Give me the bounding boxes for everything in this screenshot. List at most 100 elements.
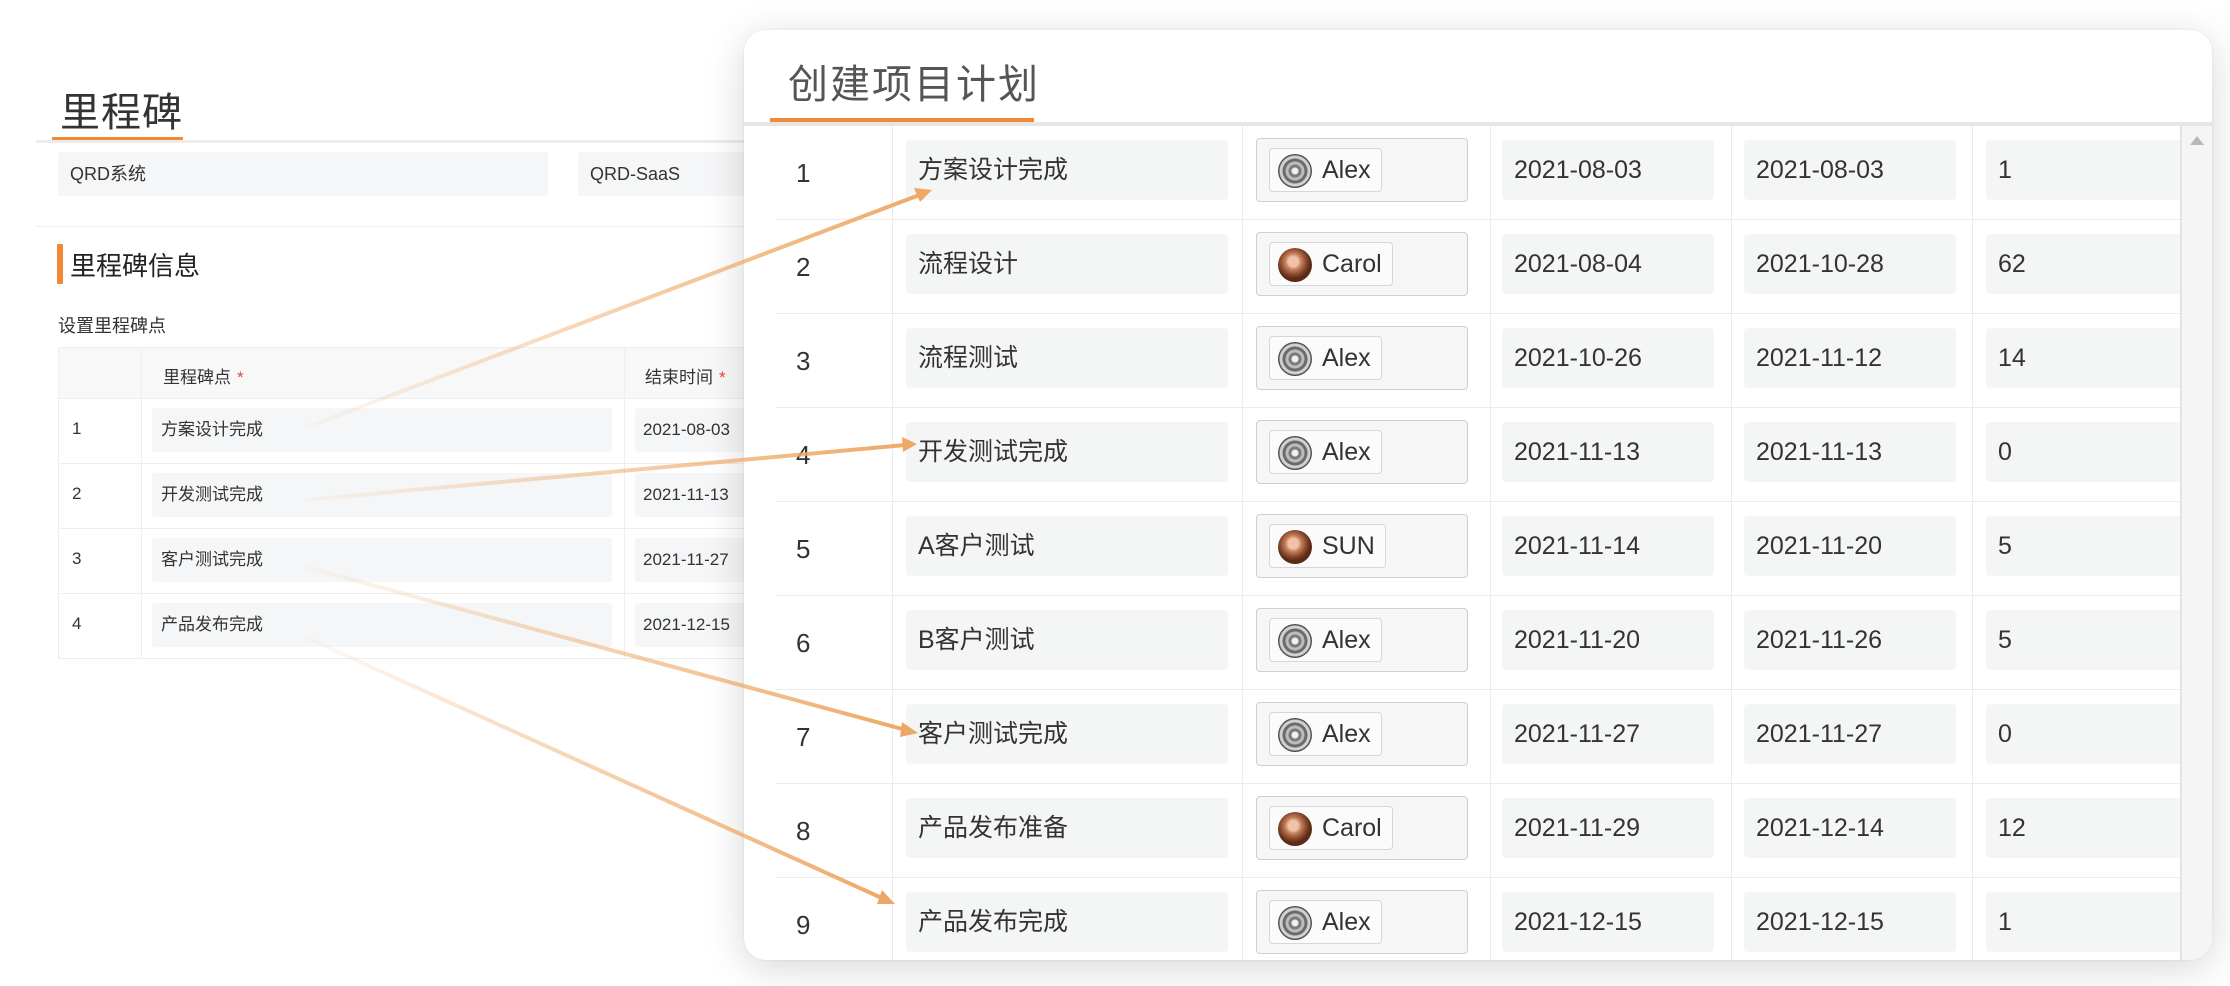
start-date-input[interactable]: 2021-12-15 [1502, 892, 1714, 952]
owner-tag[interactable]: SUN [1269, 524, 1386, 568]
start-date-input[interactable]: 2021-11-29 [1502, 798, 1714, 858]
task-name-input[interactable]: 流程设计 [906, 234, 1228, 294]
owner-name: Alex [1322, 626, 1371, 654]
owner-tag[interactable]: Alex [1269, 618, 1382, 662]
vertical-scrollbar[interactable] [2180, 126, 2212, 960]
duration-input[interactable]: 5 [1986, 516, 2180, 576]
owner-select[interactable]: Carol [1256, 232, 1468, 296]
task-name-input[interactable]: 客户测试完成 [906, 704, 1228, 764]
owner-name: Carol [1322, 814, 1382, 842]
owner-select[interactable]: Alex [1256, 420, 1468, 484]
row-index: 5 [796, 534, 811, 564]
milestone-name-input[interactable]: 方案设计完成 [152, 408, 612, 452]
duration-input[interactable]: 62 [1986, 234, 2180, 294]
table-row: 3 客户测试完成 2021-11-27 [58, 529, 765, 594]
set-milestone-label: 设置里程碑点 [58, 316, 166, 336]
owner-select[interactable]: Alex [1256, 608, 1468, 672]
column-divider [1972, 502, 1973, 596]
row-index: 3 [72, 549, 82, 568]
end-date-input[interactable]: 2021-11-13 [1744, 422, 1956, 482]
task-name-input[interactable]: B客户测试 [906, 610, 1228, 670]
owner-tag[interactable]: Alex [1269, 900, 1382, 944]
column-divider [1242, 878, 1243, 960]
task-name-input[interactable]: A客户测试 [906, 516, 1228, 576]
section-divider [36, 226, 756, 227]
owner-select[interactable]: Alex [1256, 702, 1468, 766]
end-date-input[interactable]: 2021-11-27 [1744, 704, 1956, 764]
duration-input[interactable]: 1 [1986, 140, 2180, 200]
required-mark: * [719, 368, 726, 387]
owner-tag[interactable]: Alex [1269, 712, 1382, 756]
milestone-table-header: 里程碑点 * 结束时间 * [58, 347, 758, 399]
duration-input[interactable]: 12 [1986, 798, 2180, 858]
row-index: 4 [796, 440, 811, 470]
owner-select[interactable]: Alex [1256, 890, 1468, 954]
row-index: 2 [796, 252, 811, 282]
column-divider [1490, 596, 1491, 690]
duration-input[interactable]: 14 [1986, 328, 2180, 388]
project-name-field[interactable]: QRD系统 [58, 152, 548, 196]
start-date-input[interactable]: 2021-11-14 [1502, 516, 1714, 576]
start-date-input[interactable]: 2021-08-03 [1502, 140, 1714, 200]
row-index: 7 [796, 722, 811, 752]
milestone-column-header: 里程碑点 * [163, 368, 244, 387]
end-date-input[interactable]: 2021-12-15 [1744, 892, 1956, 952]
column-divider [1731, 784, 1732, 878]
start-date-input[interactable]: 2021-11-13 [1502, 422, 1714, 482]
end-date-input[interactable]: 2021-11-12 [1744, 328, 1956, 388]
duration-input[interactable]: 1 [1986, 892, 2180, 952]
table-row: 1 方案设计完成 2021-08-03 [58, 399, 765, 464]
milestone-name-input[interactable]: 开发测试完成 [152, 473, 612, 517]
end-time-column-header: 结束时间 * [645, 368, 726, 387]
page-title: 里程碑 [60, 91, 183, 135]
column-divider [1972, 596, 1973, 690]
column-divider [1242, 784, 1243, 878]
task-name-input[interactable]: 产品发布准备 [906, 798, 1228, 858]
end-date-input[interactable]: 2021-11-26 [1744, 610, 1956, 670]
column-divider [1490, 408, 1491, 502]
column-divider [1242, 596, 1243, 690]
owner-tag[interactable]: Carol [1269, 242, 1393, 286]
task-name-input[interactable]: 产品发布完成 [906, 892, 1228, 952]
milestone-name-input[interactable]: 产品发布完成 [152, 603, 612, 647]
owner-select[interactable]: Alex [1256, 326, 1468, 390]
start-date-input[interactable]: 2021-10-26 [1502, 328, 1714, 388]
owner-tag[interactable]: Alex [1269, 148, 1382, 192]
end-date-input[interactable]: 2021-11-20 [1744, 516, 1956, 576]
row-index: 2 [72, 484, 82, 503]
start-date-input[interactable]: 2021-08-04 [1502, 234, 1714, 294]
table-row: 2 流程设计 Carol 2021-08-04 2021-10-28 62 [776, 220, 2180, 314]
column-divider [1731, 502, 1732, 596]
scroll-up-arrow-icon[interactable] [2190, 136, 2204, 145]
owner-tag[interactable]: Alex [1269, 336, 1382, 380]
column-divider [1972, 314, 1973, 408]
owner-select[interactable]: Alex [1256, 138, 1468, 202]
milestone-name-input[interactable]: 客户测试完成 [152, 538, 612, 582]
owner-select[interactable]: Carol [1256, 796, 1468, 860]
duration-input[interactable]: 0 [1986, 422, 2180, 482]
owner-select[interactable]: SUN [1256, 514, 1468, 578]
owner-tag[interactable]: Carol [1269, 806, 1393, 850]
carol-avatar-icon [1278, 248, 1312, 282]
owner-name: Alex [1322, 156, 1371, 184]
task-name-input[interactable]: 开发测试完成 [906, 422, 1228, 482]
start-date-input[interactable]: 2021-11-20 [1502, 610, 1714, 670]
start-date-input[interactable]: 2021-11-27 [1502, 704, 1714, 764]
duration-input[interactable]: 5 [1986, 610, 2180, 670]
task-name-input[interactable]: 流程测试 [906, 328, 1228, 388]
table-row: 2 开发测试完成 2021-11-13 [58, 464, 765, 529]
owner-tag[interactable]: Alex [1269, 430, 1382, 474]
alex-avatar-icon [1278, 154, 1312, 188]
end-date-input[interactable]: 2021-10-28 [1744, 234, 1956, 294]
column-divider [1972, 878, 1973, 960]
duration-input[interactable]: 0 [1986, 704, 2180, 764]
end-date-input[interactable]: 2021-12-14 [1744, 798, 1956, 858]
column-divider [1490, 784, 1491, 878]
owner-name: SUN [1322, 532, 1375, 560]
carol-avatar-icon [1278, 812, 1312, 846]
column-divider [1731, 314, 1732, 408]
end-date-input[interactable]: 2021-08-03 [1744, 140, 1956, 200]
column-divider [892, 690, 893, 784]
task-name-input[interactable]: 方案设计完成 [906, 140, 1228, 200]
row-index: 6 [796, 628, 811, 658]
